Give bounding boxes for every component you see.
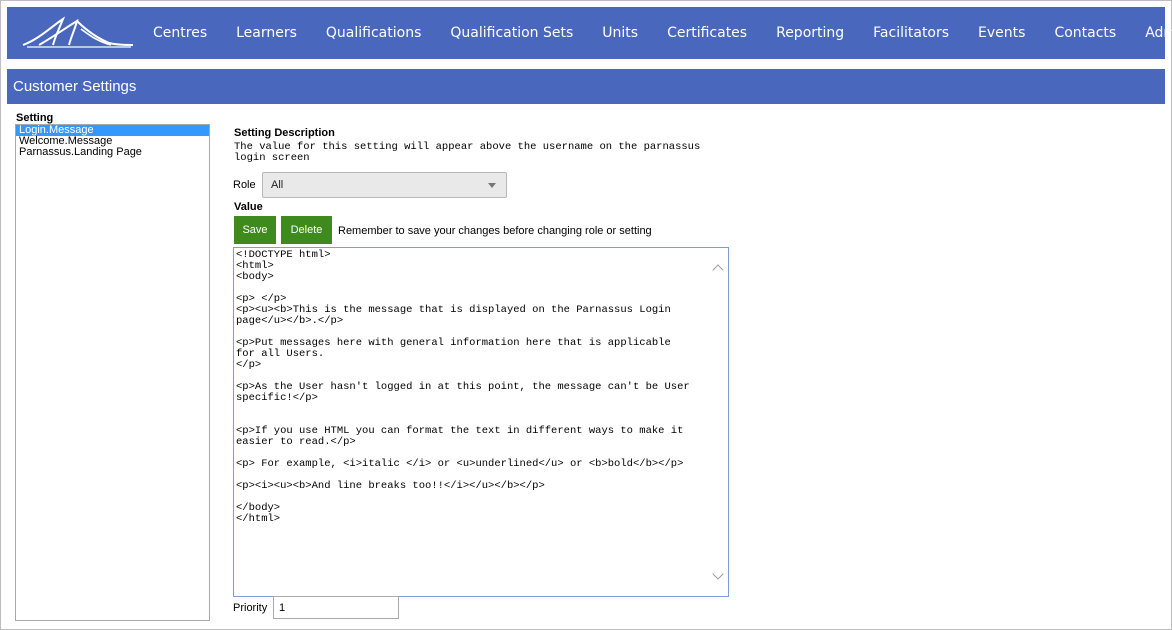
- setting-list-label: Setting: [16, 112, 54, 124]
- priority-input[interactable]: 1: [273, 596, 399, 619]
- nav-item-admin[interactable]: Admin: [1145, 25, 1172, 41]
- save-button[interactable]: Save: [234, 216, 276, 244]
- setting-description-text: The value for this setting will appear a…: [234, 142, 754, 164]
- role-select-value: All: [271, 179, 284, 191]
- nav-item-learners[interactable]: Learners: [236, 25, 297, 41]
- page-header: Customer Settings: [7, 69, 1165, 104]
- nav-item-reporting[interactable]: Reporting: [776, 25, 844, 41]
- save-reminder-text: Remember to save your changes before cha…: [338, 225, 652, 237]
- nav-item-centres[interactable]: Centres: [153, 25, 207, 41]
- description-line: login screen: [234, 152, 310, 164]
- setting-description-label: Setting Description: [234, 127, 335, 139]
- nav-item-facilitators[interactable]: Facilitators: [873, 25, 949, 41]
- setting-list-item[interactable]: Parnassus.Landing Page: [16, 147, 209, 158]
- description-line: The value for this setting will appear a…: [234, 141, 701, 153]
- scroll-down-icon[interactable]: [712, 568, 724, 580]
- value-textarea[interactable]: <!DOCTYPE html> <html> <body> <p> </p> <…: [233, 247, 729, 597]
- nav-item-contacts[interactable]: Contacts: [1054, 25, 1116, 41]
- role-select[interactable]: All: [262, 172, 507, 198]
- chevron-down-icon: [488, 183, 496, 188]
- role-label: Role: [233, 179, 256, 191]
- mountain-logo-icon[interactable]: [19, 15, 135, 54]
- top-navbar: Centres Learners Qualifications Qualificati…: [7, 7, 1172, 59]
- nav-menu: Centres Learners Qualifications Qualificati…: [153, 7, 1172, 59]
- nav-item-qualification-sets[interactable]: Qualification Sets: [450, 25, 573, 41]
- value-label: Value: [234, 201, 263, 213]
- nav-item-qualifications[interactable]: Qualifications: [326, 25, 421, 41]
- scroll-up-icon[interactable]: [712, 264, 724, 276]
- nav-item-certificates[interactable]: Certificates: [667, 25, 747, 41]
- value-content[interactable]: <!DOCTYPE html> <html> <body> <p> </p> <…: [236, 250, 690, 525]
- delete-button[interactable]: Delete: [281, 216, 332, 244]
- nav-item-events[interactable]: Events: [978, 25, 1025, 41]
- priority-label: Priority: [233, 602, 268, 614]
- page-title: Customer Settings: [13, 78, 137, 95]
- nav-item-units[interactable]: Units: [602, 25, 638, 41]
- setting-list[interactable]: Login.Message Welcome.Message Parnassus.La…: [15, 124, 210, 621]
